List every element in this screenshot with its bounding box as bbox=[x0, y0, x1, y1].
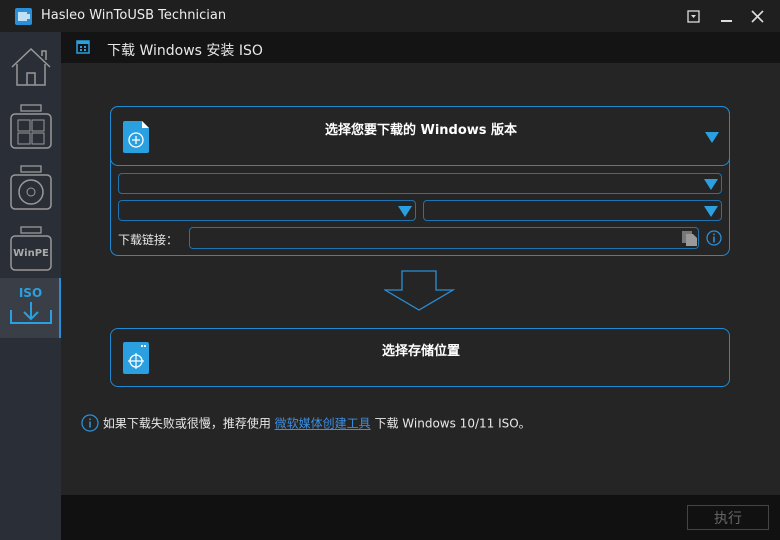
download-link-input[interactable] bbox=[189, 227, 699, 249]
grid-icon bbox=[76, 40, 90, 54]
windows-version-header[interactable]: 选择您要下载的 Windows 版本 bbox=[110, 106, 730, 166]
expand-arrow-icon[interactable] bbox=[705, 132, 719, 143]
chevron-down-icon bbox=[704, 179, 718, 190]
storage-location-panel[interactable]: 选择存储位置 bbox=[110, 328, 730, 387]
down-arrow-icon bbox=[384, 270, 456, 311]
page-title: 下载 Windows 安装 ISO bbox=[107, 43, 263, 59]
title-bar: Hasleo WinToUSB Technician bbox=[0, 0, 780, 32]
sidebar-item-windows-to-go[interactable] bbox=[10, 104, 52, 150]
page-header: 下载 Windows 安装 ISO bbox=[61, 32, 780, 63]
sidebar-item-iso-download[interactable]: ISO bbox=[0, 278, 61, 338]
download-link-label: 下载链接： bbox=[118, 233, 179, 247]
execute-button[interactable]: 执行 bbox=[687, 505, 769, 530]
sidebar-item-winpe[interactable]: WinPE bbox=[10, 226, 52, 272]
menu-icon[interactable] bbox=[687, 10, 700, 23]
section-title: 选择存储位置 bbox=[381, 344, 460, 359]
close-icon[interactable] bbox=[751, 10, 764, 23]
language-dropdown[interactable] bbox=[118, 173, 722, 194]
chevron-down-icon bbox=[704, 206, 718, 217]
window-title: Hasleo WinToUSB Technician bbox=[41, 8, 227, 23]
info-icon bbox=[81, 414, 99, 432]
download-icon bbox=[10, 302, 52, 324]
app-logo-icon bbox=[15, 8, 32, 25]
info-message: 如果下载失败或很慢，推荐使用 微软媒体创建工具 下载 Windows 10/11… bbox=[81, 414, 531, 432]
architecture-dropdown[interactable] bbox=[423, 200, 722, 221]
sidebar-item-home[interactable] bbox=[10, 47, 52, 87]
info-icon[interactable] bbox=[706, 230, 722, 246]
copy-icon[interactable] bbox=[682, 231, 697, 246]
chevron-down-icon bbox=[398, 206, 412, 217]
windows-version-panel: 选择您要下载的 Windows 版本 下载链接： bbox=[110, 106, 730, 256]
section-title: 选择您要下载的 Windows 版本 bbox=[324, 123, 518, 138]
sidebar: WinPE ISO bbox=[0, 32, 61, 540]
minimize-icon[interactable] bbox=[720, 10, 733, 23]
footer-bar: 执行 bbox=[61, 495, 780, 540]
version-dropdown[interactable] bbox=[118, 200, 416, 221]
sidebar-item-disk-image[interactable] bbox=[10, 165, 52, 211]
media-creation-tool-link[interactable]: 微软媒体创建工具 bbox=[275, 417, 371, 431]
